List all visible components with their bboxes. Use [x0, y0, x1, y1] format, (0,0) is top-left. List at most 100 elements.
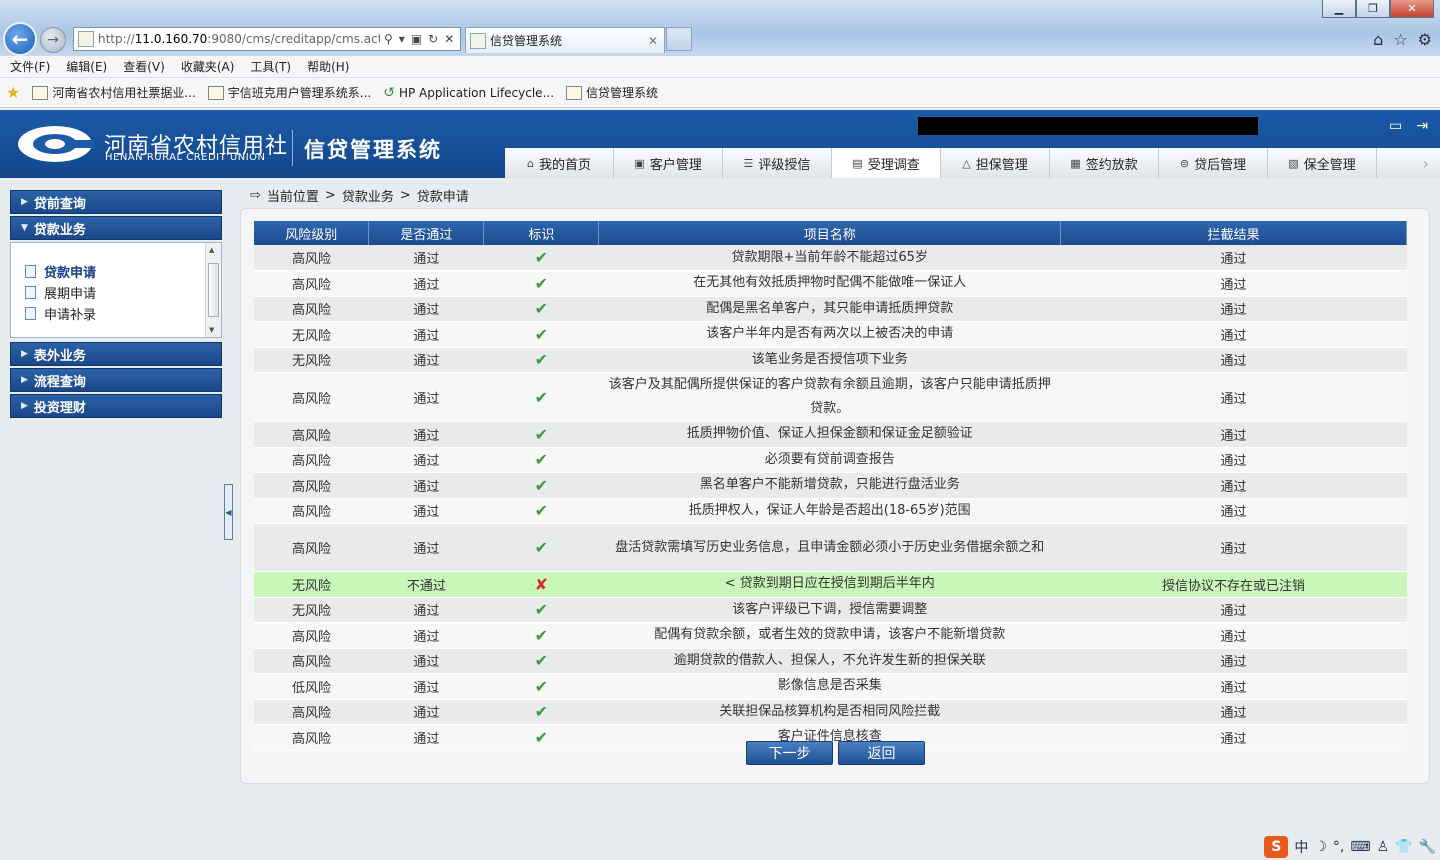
menu-view[interactable]: 查看(V)	[123, 58, 165, 75]
table-row[interactable]: 高风险 通过 ✔ 贷款期限+当前年龄不能超过65岁 通过	[254, 245, 1407, 271]
pass-check-icon: ✔	[483, 523, 599, 572]
nav-tab-survey[interactable]: ▤ 受理调查	[832, 148, 941, 178]
settings-gear-icon[interactable]: ⚙	[1418, 30, 1432, 49]
table-row[interactable]: 高风险 通过 ✔ 黑名单客户不能新增贷款，只能进行盘活业务 通过	[254, 472, 1407, 499]
forward-button[interactable]: →	[40, 27, 66, 53]
cell-pass: 通过	[368, 245, 484, 271]
nav-scroll-right-icon[interactable]: ›	[1412, 148, 1440, 178]
ime-lang-toggle[interactable]: 中	[1294, 837, 1308, 857]
cell-result: 通过	[1060, 296, 1407, 322]
nav-tab-guarantee[interactable]: △ 担保管理	[941, 148, 1050, 178]
table-row[interactable]: 高风险 通过 ✔ 必须要有贷前调查报告 通过	[254, 447, 1407, 473]
stop-icon[interactable]: ✕	[444, 32, 454, 46]
menu-edit[interactable]: 编辑(E)	[66, 58, 107, 75]
table-row[interactable]: 无风险 通过 ✔ 该笔业务是否授信项下业务 通过	[254, 347, 1407, 373]
monitor-icon[interactable]: ▭	[1389, 118, 1402, 134]
sidebar-item-loan-application[interactable]: 贷款申请	[25, 261, 221, 282]
cell-result: 通过	[1060, 498, 1407, 524]
url-text[interactable]: http://11.0.160.70:9080/cms/creditapp/cm…	[98, 32, 380, 46]
table-row[interactable]: 高风险 通过 ✔ 抵质押物价值、保证人担保金额和保证金足额验证 通过	[254, 421, 1407, 448]
compat-view-icon[interactable]: ▣	[411, 32, 422, 46]
logout-icon[interactable]: ⇥	[1416, 118, 1428, 134]
column-header-pass[interactable]: 是否通过	[368, 221, 485, 245]
table-row[interactable]: 高风险 通过 ✔ 抵质押权人，保证人年龄是否超出(18-65岁)范围 通过	[254, 498, 1407, 524]
punctuation-icon[interactable]: °,	[1333, 839, 1344, 855]
table-row[interactable]: 高风险 通过 ✔ 盘活贷款需填写历史业务信息，且申请金额必须小于历史业务借据余额之和通…	[254, 523, 1407, 572]
table-row[interactable]: 低风险 通过 ✔ 影像信息是否采集 通过	[254, 673, 1407, 700]
favorites-star-icon[interactable]: ☆	[1393, 30, 1407, 49]
sidebar-group-investment[interactable]: ▶ 投资理财	[10, 394, 222, 418]
nav-tab-post-loan[interactable]: ⊜ 贷后管理	[1159, 148, 1268, 178]
sogou-ime-icon[interactable]: S	[1264, 836, 1289, 858]
maximize-button[interactable]: ❐	[1356, 0, 1390, 18]
nav-tab-home[interactable]: ⌂ 我的首页	[505, 148, 614, 178]
cell-item-name: 配偶有贷款余额，或者生效的贷款申请，该客户不能新增贷款	[598, 622, 1061, 649]
refresh-icon[interactable]: ↻	[428, 32, 438, 46]
user-icon[interactable]: ♙	[1377, 839, 1390, 855]
pass-check-icon: ✔	[483, 421, 599, 448]
nav-tab-rating[interactable]: ☰ 评级授信	[723, 148, 832, 178]
tab-close-icon[interactable]: ✕	[648, 34, 658, 48]
sidebar-scrollbar[interactable]: ▲ ▼	[205, 243, 221, 337]
new-tab-button[interactable]	[666, 27, 692, 51]
sidebar-group-loan-business[interactable]: ▼ 贷款业务	[10, 216, 222, 240]
search-icon[interactable]: ⚲	[384, 32, 393, 46]
cell-risk: 高风险	[254, 622, 369, 649]
table-row[interactable]: 高风险 通过 ✔ 该客户及其配偶所提供保证的客户贷款有余额且逾期，该客户只能申请抵质押…	[254, 372, 1407, 422]
table-row[interactable]: 无风险 不通过 ✘ < 贷款到期日应在授信到期后半年内 授信协议不存在或已注销	[254, 571, 1407, 598]
sidebar-group-process-query[interactable]: ▶ 流程查询	[10, 368, 222, 392]
favorite-link[interactable]: ↺ HP Application Lifecycle...	[383, 85, 554, 101]
table-row[interactable]: 高风险 通过 ✔ 在无其他有效抵质押物时配偶不能做唯一保证人 通过	[254, 270, 1407, 297]
close-window-button[interactable]: ✕	[1390, 0, 1434, 18]
breadcrumb-item[interactable]: 贷款业务	[342, 186, 394, 205]
scroll-down-icon[interactable]: ▼	[209, 326, 214, 334]
column-header-result[interactable]: 拦截结果	[1060, 221, 1407, 245]
cell-result: 通过	[1060, 699, 1407, 725]
menu-tools[interactable]: 工具(T)	[250, 58, 291, 75]
home-icon[interactable]: ⌂	[1373, 30, 1383, 49]
menu-favorites[interactable]: 收藏夹(A)	[181, 58, 235, 75]
favorite-link[interactable]: 河南省农村信用社票据业...	[32, 84, 196, 101]
nav-tab-preservation[interactable]: ▧ 保全管理	[1268, 148, 1377, 178]
next-step-button[interactable]: 下一步	[746, 741, 833, 765]
collapse-icon: ▼	[21, 223, 28, 233]
table-row[interactable]: 高风险 通过 ✔ 关联担保品核算机构是否相同风险拦截 通过	[254, 699, 1407, 725]
sidebar-group-off-balance[interactable]: ▶ 表外业务	[10, 342, 222, 366]
skin-icon[interactable]: 👕	[1395, 839, 1412, 855]
column-header-risk[interactable]: 风险级别	[254, 221, 370, 245]
scroll-thumb[interactable]	[208, 263, 219, 317]
scroll-up-icon[interactable]: ▲	[209, 246, 214, 254]
column-header-mark[interactable]: 标识	[483, 221, 600, 245]
table-row[interactable]: 高风险 通过 ✔ 配偶是黑名单客户，其只能申请抵质押贷款 通过	[254, 296, 1407, 322]
nav-tab-contract[interactable]: ▦ 签约放款	[1050, 148, 1159, 178]
cell-item-name: < 贷款到期日应在授信到期后半年内	[598, 571, 1061, 598]
cell-result: 通过	[1060, 724, 1407, 751]
menu-help[interactable]: 帮助(H)	[307, 58, 349, 75]
table-row[interactable]: 高风险 通过 ✔ 逾期贷款的借款人、担保人，不允许发生新的担保关联 通过	[254, 648, 1407, 674]
sidebar-collapse-handle[interactable]: ◀	[224, 484, 233, 540]
tool-icon[interactable]: 🔧	[1419, 839, 1436, 855]
table-row[interactable]: 无风险 通过 ✔ 该客户评级已下调，授信需要调整 通过	[254, 597, 1407, 623]
nav-tab-customer[interactable]: ▣ 客户管理	[614, 148, 723, 178]
back-button[interactable]: ←	[3, 22, 37, 56]
cell-pass: 通过	[368, 673, 484, 700]
keyboard-icon[interactable]: ⌨	[1350, 839, 1370, 855]
moon-icon[interactable]: ☽	[1314, 839, 1327, 855]
sidebar-item-extension[interactable]: 展期申请	[25, 282, 221, 303]
cell-risk: 无风险	[254, 347, 369, 373]
address-bar[interactable]: http://11.0.160.70:9080/cms/creditapp/cm…	[73, 27, 461, 51]
minimize-button[interactable]: ▁	[1322, 0, 1356, 18]
favorites-star-icon[interactable]: ★	[6, 83, 20, 102]
menu-file[interactable]: 文件(F)	[10, 58, 50, 75]
cell-item-name: 该客户及其配偶所提供保证的客户贷款有余额且逾期，该客户只能申请抵质押贷款。	[598, 372, 1061, 422]
table-row[interactable]: 无风险 通过 ✔ 该客户半年内是否有两次以上被否决的申请 通过	[254, 321, 1407, 348]
favorite-link[interactable]: 宇信班克用户管理系统系...	[207, 84, 371, 101]
column-header-name[interactable]: 项目名称	[598, 221, 1062, 245]
sidebar-item-supplement[interactable]: 申请补录	[25, 303, 221, 324]
dropdown-icon[interactable]: ▾	[399, 32, 405, 46]
sidebar-group-pre-loan[interactable]: ▶ 贷前查询	[10, 190, 222, 214]
browser-tab-active[interactable]: 信贷管理系统 ✕	[465, 27, 665, 53]
back-button[interactable]: 返回	[838, 741, 925, 765]
favorite-link[interactable]: 信贷管理系统	[566, 84, 658, 101]
table-row[interactable]: 高风险 通过 ✔ 配偶有贷款余额，或者生效的贷款申请，该客户不能新增贷款 通过	[254, 622, 1407, 649]
